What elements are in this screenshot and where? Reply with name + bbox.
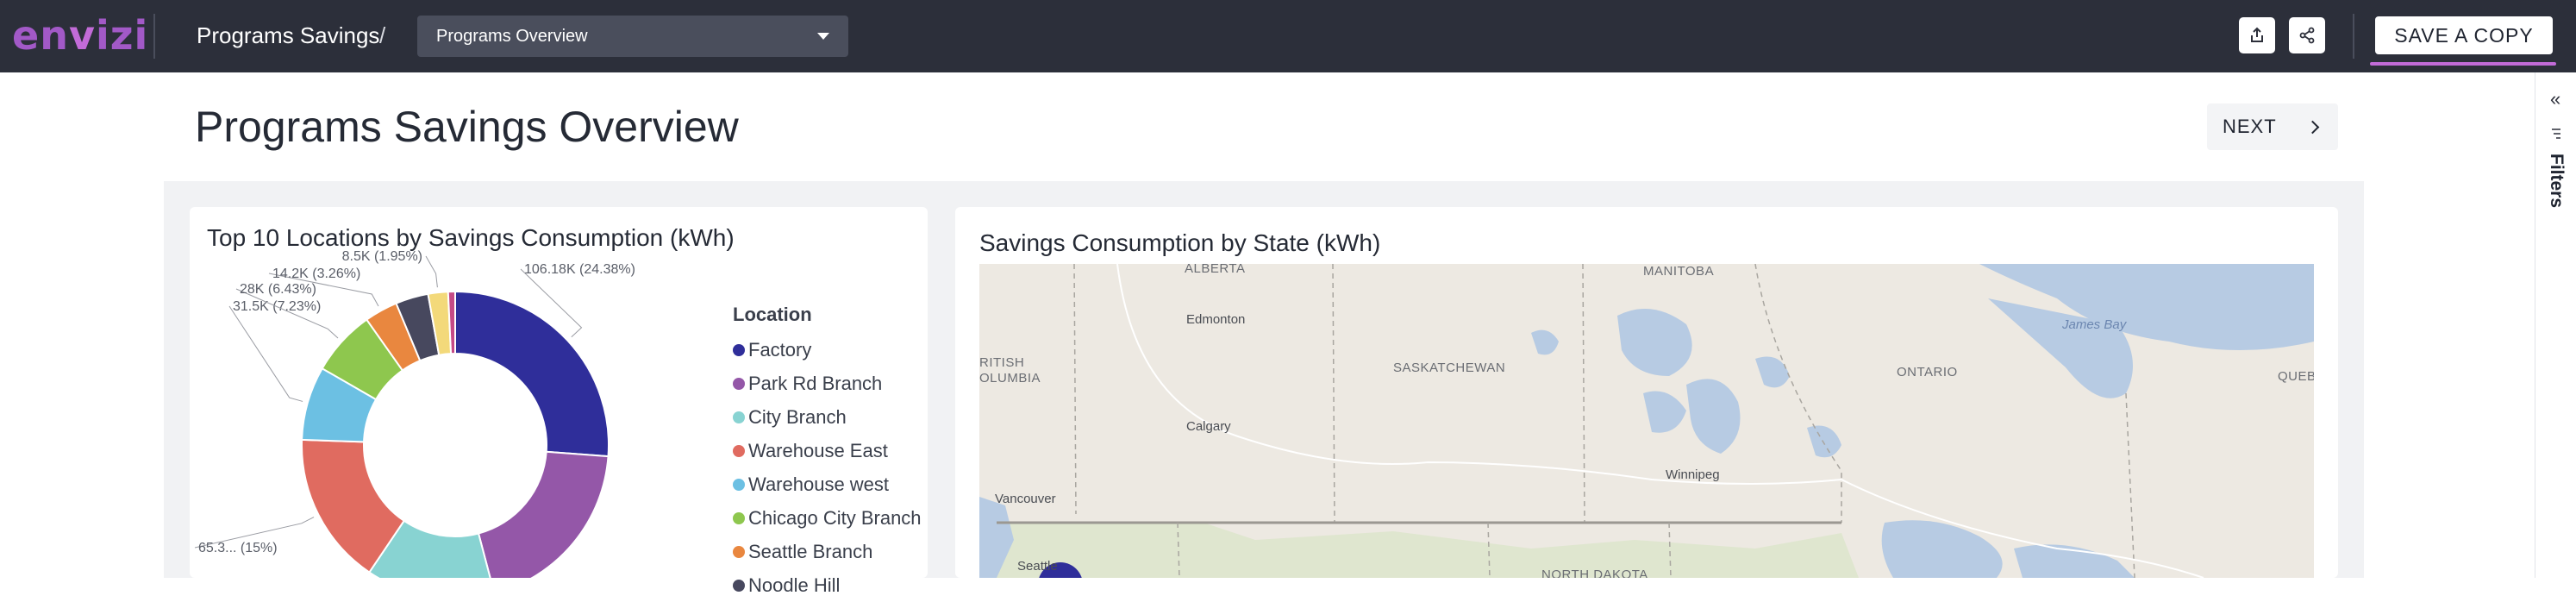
region-label: ALBERTA bbox=[1185, 264, 1246, 276]
top-nav-bar: envizi Programs Savings / Programs Overv… bbox=[0, 0, 2576, 72]
legend-dot bbox=[733, 511, 745, 524]
legend-dot bbox=[733, 579, 745, 592]
legend-label: Chicago City Branch bbox=[748, 506, 922, 529]
region-label: RITISH bbox=[979, 355, 1025, 370]
region-label: OLUMBIA bbox=[979, 371, 1041, 386]
city-label: Edmonton bbox=[1186, 312, 1246, 327]
region-label: MANITOBA bbox=[1643, 264, 1715, 279]
pie-data-label: 28K (6.43%) bbox=[240, 282, 316, 297]
pie-legend: Location Factory Park Rd Branch City Bra… bbox=[733, 304, 922, 602]
legend-item[interactable]: Factory bbox=[733, 333, 922, 367]
legend-label: Warehouse west bbox=[748, 473, 890, 495]
filters-panel-rail[interactable]: « Filters bbox=[2535, 72, 2576, 578]
city-label: Winnipeg bbox=[1666, 467, 1720, 482]
envizi-logo[interactable]: envizi bbox=[12, 12, 148, 59]
legend-dot bbox=[733, 343, 745, 356]
breadcrumb-programs-savings[interactable]: Programs Savings bbox=[197, 22, 379, 49]
legend-label: Park Rd Branch bbox=[748, 372, 883, 394]
legend-item[interactable]: Noodle Hill bbox=[733, 568, 922, 602]
export-button[interactable] bbox=[2239, 17, 2275, 53]
collapse-icon[interactable]: « bbox=[2550, 88, 2560, 110]
pie-leader-line bbox=[228, 305, 303, 402]
city-label: Seattle bbox=[1017, 559, 1058, 574]
chevron-down-icon bbox=[817, 33, 829, 40]
legend-dot bbox=[733, 545, 745, 558]
pie-leader-line bbox=[425, 255, 438, 288]
pie-slice[interactable] bbox=[477, 450, 610, 578]
save-button-underline bbox=[2370, 62, 2556, 66]
legend-title: Location bbox=[733, 304, 812, 325]
city-label: Vancouver bbox=[995, 492, 1056, 506]
report-select-value: Programs Overview bbox=[436, 26, 588, 46]
map-card-title: Savings Consumption by State (kWh) bbox=[979, 229, 1381, 256]
legend-dot bbox=[733, 444, 745, 457]
legend-dot bbox=[733, 478, 745, 491]
top-locations-card: Top 10 Locations by Savings Consumption … bbox=[190, 207, 928, 596]
next-button-label: NEXT bbox=[2223, 116, 2277, 137]
legend-label: City Branch bbox=[748, 405, 847, 428]
map-basemap bbox=[979, 264, 2314, 578]
legend-item[interactable]: Warehouse East bbox=[733, 434, 922, 467]
pie-data-label: 106.18K (24.38%) bbox=[524, 262, 635, 277]
legend-item[interactable]: Warehouse west bbox=[733, 467, 922, 501]
filter-icon bbox=[2552, 129, 2560, 139]
share-button[interactable] bbox=[2289, 17, 2325, 53]
legend-item[interactable]: City Branch bbox=[733, 400, 922, 434]
legend-label: Noodle Hill bbox=[748, 574, 841, 596]
water-label: James Bay bbox=[2062, 317, 2127, 332]
report-select[interactable]: Programs Overview bbox=[417, 16, 848, 57]
nav-divider bbox=[153, 14, 155, 59]
filters-label[interactable]: Filters bbox=[2546, 154, 2567, 208]
legend-item[interactable]: Seattle Branch bbox=[733, 535, 922, 568]
legend-label: Seattle Branch bbox=[748, 540, 873, 562]
breadcrumb-separator: / bbox=[379, 22, 386, 48]
legend-label: Warehouse East bbox=[748, 439, 888, 461]
legend-label: Factory bbox=[748, 338, 812, 361]
share-icon bbox=[2299, 27, 2315, 44]
export-icon bbox=[2251, 27, 2263, 42]
pie-data-label: 8.5K (1.95%) bbox=[342, 249, 422, 264]
pie-data-label: 65.3... (15%) bbox=[198, 541, 278, 555]
pie-slice[interactable] bbox=[454, 290, 610, 458]
nav-divider bbox=[2353, 14, 2354, 59]
page-title: Programs Savings Overview bbox=[195, 103, 739, 151]
savings-by-state-card: Savings Consumption by State (kWh) ALBER… bbox=[955, 207, 2338, 578]
pie-data-label: 14.2K (3.26%) bbox=[272, 267, 360, 281]
legend-dot bbox=[733, 411, 745, 423]
region-label: SASKATCHEWAN bbox=[1393, 361, 1506, 375]
legend-item[interactable]: Park Rd Branch bbox=[733, 367, 922, 400]
city-label: Calgary bbox=[1186, 419, 1231, 434]
dashboard-canvas: Top 10 Locations by Savings Consumption … bbox=[164, 181, 2364, 596]
region-label: NORTH DAKOTA bbox=[1541, 568, 1648, 578]
chevron-right-icon bbox=[2305, 120, 2320, 134]
next-button[interactable]: NEXT bbox=[2207, 103, 2338, 150]
region-label: QUEBE bbox=[2278, 369, 2314, 384]
legend-item[interactable]: Chicago City Branch bbox=[733, 501, 922, 535]
legend-dot bbox=[733, 377, 745, 390]
savings-map[interactable]: ALBERTA MANITOBA SASKATCHEWAN ONTARIO QU… bbox=[979, 264, 2314, 578]
region-label: ONTARIO bbox=[1897, 365, 1958, 379]
save-a-copy-button[interactable]: SAVE A COPY bbox=[2375, 16, 2553, 54]
